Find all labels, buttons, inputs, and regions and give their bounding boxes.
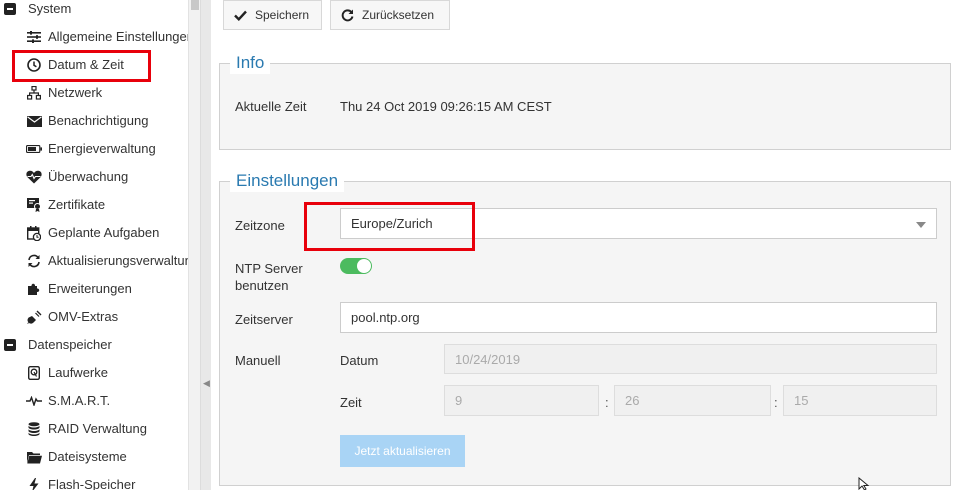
collapse-icon[interactable] — [4, 339, 16, 351]
network-icon — [26, 86, 42, 100]
settings-legend: Einstellungen — [230, 170, 345, 192]
heartbeat-icon — [26, 170, 42, 184]
ntp-toggle[interactable] — [340, 258, 372, 274]
disk-icon — [26, 366, 42, 380]
main-content: Speichern Zurücksetzen Info Aktuelle Zei… — [211, 0, 954, 493]
second-input[interactable]: 15 — [783, 385, 937, 416]
clock-icon — [26, 58, 42, 72]
envelope-icon — [26, 114, 42, 128]
reset-button[interactable]: Zurücksetzen — [330, 0, 450, 30]
plug-icon — [26, 310, 42, 324]
mouse-cursor-icon — [858, 476, 872, 493]
reset-icon — [341, 8, 354, 22]
current-time-value: Thu 24 Oct 2019 09:26:15 AM CEST — [340, 99, 552, 114]
time-separator: : — [605, 395, 609, 410]
scrollbar-thumb[interactable] — [191, 0, 199, 10]
pulse-icon — [26, 394, 42, 408]
timeserver-label: Zeitserver — [235, 312, 293, 327]
toolbar: Speichern Zurücksetzen — [211, 0, 954, 44]
date-input[interactable]: 10/24/2019 — [444, 344, 937, 374]
sidebar-nav: System Allgemeine Einstellungen Datum & … — [0, 0, 188, 490]
ntp-label: NTP Server benutzen — [235, 261, 303, 293]
collapse-left-icon[interactable]: ◀ — [203, 378, 210, 389]
highlight-box — [304, 202, 475, 251]
timeserver-input[interactable]: pool.ntp.org — [340, 302, 937, 333]
toggle-knob — [357, 259, 371, 273]
calendar-clock-icon — [26, 225, 42, 241]
update-now-button[interactable]: Jetzt aktualisieren — [340, 435, 465, 467]
date-label: Datum — [340, 353, 379, 368]
time-separator: : — [774, 395, 778, 410]
collapse-icon[interactable] — [4, 3, 16, 15]
certificate-icon — [26, 198, 42, 212]
sliders-icon — [26, 30, 42, 44]
puzzle-icon — [26, 282, 42, 296]
checkmark-icon — [234, 10, 247, 21]
timezone-label: Zeitzone — [235, 218, 285, 233]
battery-icon — [26, 142, 42, 156]
chevron-down-icon[interactable] — [916, 222, 926, 228]
hour-input[interactable]: 9 — [444, 385, 599, 416]
info-panel: Info Aktuelle Zeit Thu 24 Oct 2019 09:26… — [219, 52, 951, 150]
save-button[interactable]: Speichern — [223, 0, 322, 30]
info-legend: Info — [230, 52, 271, 74]
folder-icon — [26, 450, 42, 464]
minute-input[interactable]: 26 — [614, 385, 771, 416]
refresh-icon — [26, 254, 42, 268]
flash-icon — [26, 478, 42, 490]
time-label: Zeit — [340, 395, 362, 410]
database-icon — [26, 422, 42, 436]
settings-panel: Einstellungen Zeitzone Europe/Zurich NTP… — [219, 170, 951, 486]
manual-label: Manuell — [235, 353, 281, 368]
current-time-label: Aktuelle Zeit — [235, 99, 307, 114]
